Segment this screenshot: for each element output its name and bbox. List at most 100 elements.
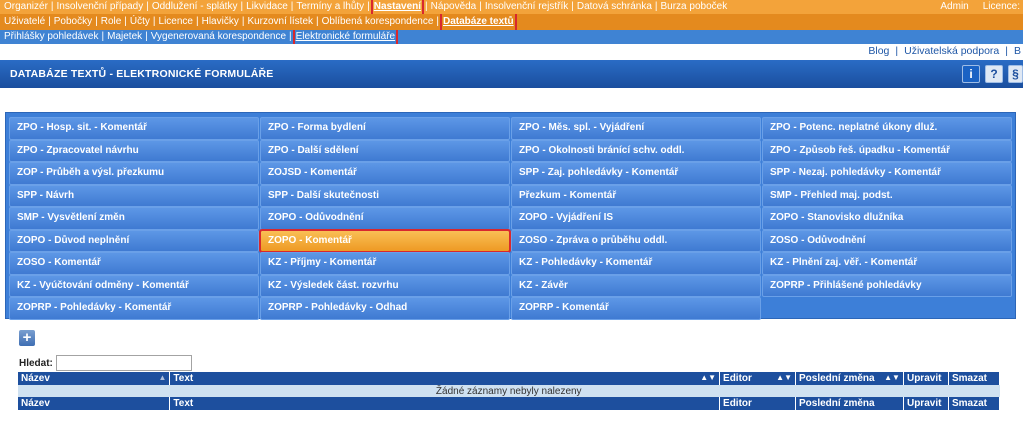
forms-panel: ZPO - Hosp. sit. - Komentář ZPO - Forma b… (5, 112, 1016, 320)
column-header-edit: Upravit (903, 372, 949, 385)
sub_menu-item[interactable]: Licence (159, 14, 193, 30)
footer-header-editor: Editor (719, 397, 796, 410)
third_menu-item[interactable]: Majetek (107, 30, 142, 44)
form-button[interactable]: ZPO - Způsob řeš. úpadku - Komentář (762, 139, 1012, 162)
sub_menu-item[interactable]: Kurzovní lístek (247, 14, 313, 30)
form-button[interactable]: ZOJSD - Komentář (260, 162, 510, 185)
top_menu-separator: | (240, 1, 244, 12)
top_menu-separator: | (654, 1, 658, 12)
footer-header-edit: Upravit (903, 397, 949, 410)
form-button[interactable]: ZOPRP - Pohledávky - Odhad (260, 297, 510, 320)
top_menu-item[interactable]: Insolvenční rejstřík (485, 0, 568, 14)
links-bar: Blog | Uživatelská podpora | B (0, 44, 1023, 60)
form-button[interactable]: ZOPO - Důvod neplnění (9, 229, 259, 252)
sub_menu-separator: | (48, 16, 51, 27)
sub_menu-item[interactable]: Účty (130, 14, 150, 30)
form-button[interactable]: SPP - Nezaj. pohledávky - Komentář (762, 162, 1012, 185)
top_menu-item[interactable]: Burza poboček (661, 0, 728, 14)
records-table: Název ▲ Text ▲▼ Editor ▲▼ Poslední změna ▲▼ … (18, 372, 1001, 398)
form-button[interactable]: ZOPO - Stanovisko dlužníka (762, 207, 1012, 230)
form-button[interactable]: ZPO - Okolnosti bránící schv. oddl. (511, 139, 761, 162)
column-header-editor[interactable]: Editor ▲▼ (719, 372, 796, 385)
top_menu-separator: | (479, 1, 482, 12)
top_menu-item[interactable]: Termíny a lhůty (296, 0, 364, 14)
form-button[interactable]: ZPO - Forma bydlení (260, 117, 510, 140)
top_menu-item[interactable]: Likvidace (246, 0, 288, 14)
top_menu-separator: | (425, 1, 428, 12)
form-button[interactable]: SPP - Zaj. pohledávky - Komentář (511, 162, 761, 185)
form-button[interactable]: ZOPRP - Komentář (511, 297, 761, 320)
top_menu-item[interactable]: Oddlužení - splátky (152, 0, 238, 14)
form-button[interactable]: ZPO - Další sdělení (260, 139, 510, 162)
form-button[interactable]: KZ - Výsledek část. rozvrhu (260, 274, 510, 297)
top_menu-separator: | (290, 1, 294, 12)
form-button[interactable]: ZPO - Hosp. sit. - Komentář (9, 117, 259, 140)
more-link[interactable]: B (1014, 45, 1021, 57)
form-button[interactable]: KZ - Plnění zaj. věř. - Komentář (762, 252, 1012, 275)
add-plus-icon[interactable]: + (19, 330, 35, 346)
paragraph-icon[interactable]: § (1008, 65, 1023, 83)
search-area: Hledat: (19, 355, 192, 371)
form-button[interactable]: ZOPO - Komentář (259, 228, 511, 253)
top_menu-separator: | (146, 1, 149, 12)
form-button[interactable]: ZPO - Zpracovatel návrhu (9, 139, 259, 162)
form-button[interactable]: KZ - Vyúčtování odměny - Komentář (9, 274, 259, 297)
top_menu-item[interactable]: Datová schránka (577, 0, 652, 14)
form-button[interactable]: SMP - Vysvětlení změn (9, 207, 259, 230)
form-button[interactable]: ZOPRP - Přihlášené pohledávky (762, 274, 1012, 297)
blog-link[interactable]: Blog (868, 45, 889, 57)
form-button[interactable]: ZPO - Měs. spl. - Vyjádření (511, 117, 761, 140)
help-icon[interactable]: ? (985, 65, 1003, 83)
sub_menu-item[interactable]: Databáze textů (440, 14, 517, 30)
link-separator: | (895, 45, 899, 57)
third_menu-item[interactable]: Přihlášky pohledávek (4, 30, 99, 44)
third_menu-separator: | (101, 31, 105, 42)
footer-header-delete: Smazat (948, 397, 1001, 410)
form-button[interactable]: SPP - Návrh (9, 184, 259, 207)
form-button[interactable]: ZPO - Potenc. neplatné úkony dluž. (762, 117, 1012, 140)
form-button[interactable]: KZ - Závěr (511, 274, 761, 297)
third_menu-item[interactable]: Vygenerovaná korespondence (151, 30, 286, 44)
top_menu-item[interactable]: Insolvenční případy (57, 0, 144, 14)
search-input[interactable] (55, 355, 192, 371)
third_menu-item[interactable]: Elektronické formuláře (292, 30, 399, 44)
form-button[interactable]: Přezkum - Komentář (511, 184, 761, 207)
sub_menu-item[interactable]: Role (101, 14, 122, 30)
top_menu-separator: | (367, 1, 370, 12)
sub_menu-item[interactable]: Pobočky (54, 14, 92, 30)
footer-header-last-change: Poslední změna (795, 397, 904, 410)
form-button[interactable]: SPP - Další skutečnosti (260, 184, 510, 207)
form-button[interactable]: ZOSO - Komentář (9, 252, 259, 275)
sub_menu-item[interactable]: Oblíbená korespondence (322, 14, 434, 30)
table-header-row: Název ▲ Text ▲▼ Editor ▲▼ Poslední změna ▲▼ … (18, 372, 1001, 385)
sub_menu-separator: | (436, 16, 439, 27)
top_menu-item[interactable]: Nápověda (431, 0, 477, 14)
form-button[interactable]: ZOSO - Odůvodnění (762, 229, 1012, 252)
top_menu-item[interactable]: Nastavení (370, 0, 425, 14)
form-button[interactable]: ZOP - Průběh a výsl. přezkumu (9, 162, 259, 185)
user-name[interactable]: Admin (940, 0, 968, 14)
info-icon[interactable]: i (962, 65, 980, 83)
sub_menu-item[interactable]: Uživatelé (4, 14, 45, 30)
records-table-footer: Název Text Editor Poslední změna Upravit… (18, 397, 1001, 410)
form-button[interactable]: ZOPO - Odůvodnění (260, 207, 510, 230)
form-button[interactable]: KZ - Pohledávky - Komentář (511, 252, 761, 275)
form-button[interactable]: ZOSO - Zpráva o průběhu oddl. (511, 229, 761, 252)
sub_menu-separator: | (124, 16, 127, 27)
support-link[interactable]: Uživatelská podpora (904, 45, 999, 57)
top_menu-item[interactable]: Organizér (4, 0, 48, 14)
form-button[interactable]: KZ - Příjmy - Komentář (260, 252, 510, 275)
column-header-name[interactable]: Název ▲ (18, 372, 171, 385)
forms-grid: ZPO - Hosp. sit. - Komentář ZPO - Forma b… (9, 117, 1013, 320)
form-button[interactable]: SMP - Přehled maj. podst. (762, 184, 1012, 207)
form-button[interactable]: ZOPRP - Pohledávky - Komentář (9, 297, 259, 320)
sub_menu-item[interactable]: Hlavičky (202, 14, 239, 30)
column-header-last-change[interactable]: Poslední změna ▲▼ (795, 372, 904, 385)
page-title: DATABÁZE TEXTŮ - ELEKTRONICKÉ FORMULÁŘE (10, 68, 274, 80)
sub_menu-separator: | (195, 16, 199, 27)
form-button[interactable]: ZOPO - Vyjádření IS (511, 207, 761, 230)
footer-header-text: Text (169, 397, 721, 410)
column-header-text[interactable]: Text ▲▼ (169, 372, 721, 385)
sub-menu-bar: Uživatelé | Pobočky | Role | Účty | Licence | Hlav… (0, 14, 1023, 30)
third_menu-separator: | (145, 31, 148, 42)
